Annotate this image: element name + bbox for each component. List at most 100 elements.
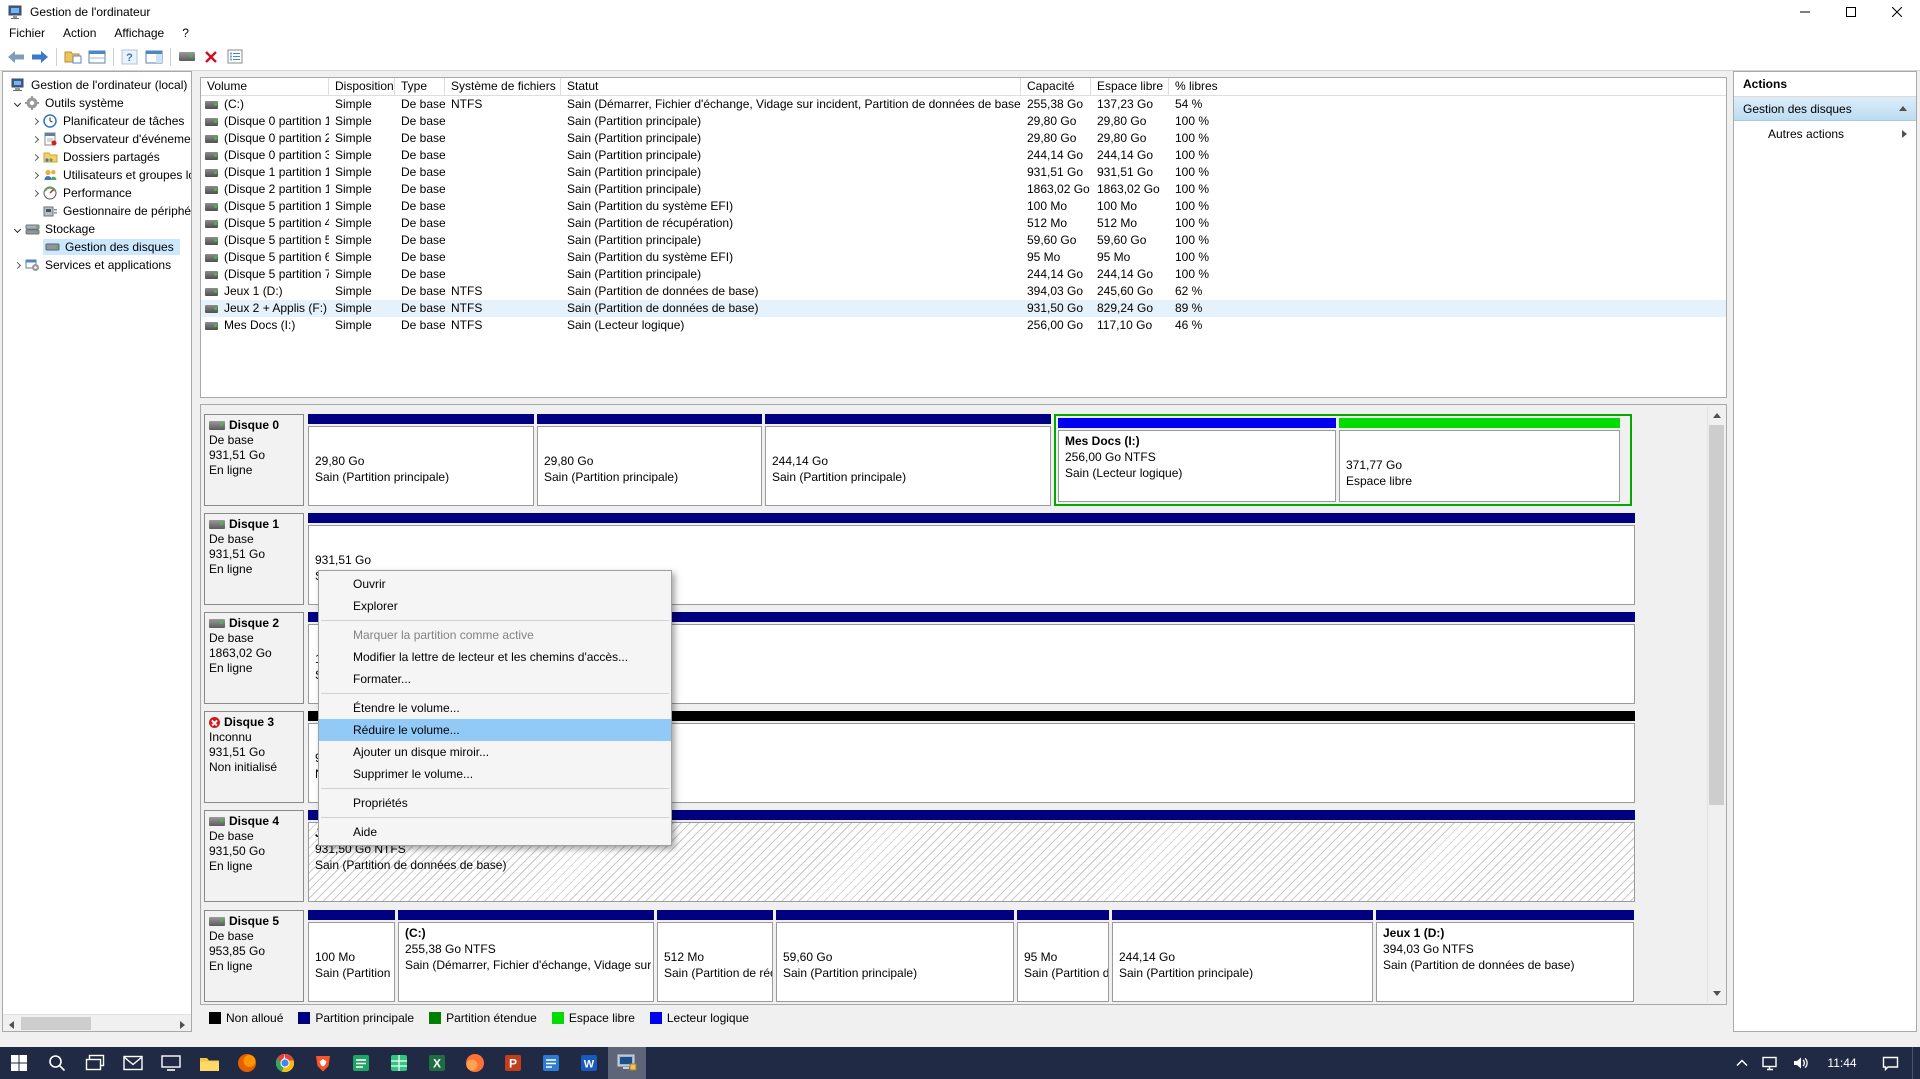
- volume-row[interactable]: (C:) Simple De base NTFS Sain (Démarrer,…: [201, 96, 1726, 113]
- volume-row[interactable]: (Disque 0 partition 3) Simple De base Sa…: [201, 147, 1726, 164]
- column-header-disposition[interactable]: Disposition: [329, 78, 395, 95]
- partition-block[interactable]: 29,80 GoSain (Partition principale): [537, 414, 762, 506]
- show-desktop-button[interactable]: [1912, 1047, 1920, 1079]
- scroll-down-icon[interactable]: [1708, 985, 1725, 1002]
- menu-action[interactable]: Action: [54, 23, 105, 43]
- menu-item-ajouter-miroir[interactable]: Ajouter un disque miroir...: [319, 741, 671, 763]
- scroll-left-icon[interactable]: [3, 1016, 20, 1032]
- menu-item-formater[interactable]: Formater...: [319, 668, 671, 690]
- menu-item-explorer[interactable]: Explorer: [319, 595, 671, 617]
- tv-app-icon[interactable]: [152, 1047, 190, 1079]
- partition-block-jeux1[interactable]: Jeux 1 (D:)394,03 Go NTFSSain (Partition…: [1376, 910, 1634, 1002]
- volume-row[interactable]: Jeux 2 + Applis (F:) Simple De base NTFS…: [201, 300, 1726, 317]
- window-icon[interactable]: [85, 46, 109, 68]
- column-header-type[interactable]: Type: [395, 78, 445, 95]
- volume-row[interactable]: Jeux 1 (D:) Simple De base NTFS Sain (Pa…: [201, 283, 1726, 300]
- excel-icon[interactable]: X: [418, 1047, 456, 1079]
- chevron-right-icon[interactable]: [29, 119, 41, 124]
- disk-management-taskbar-icon[interactable]: [608, 1047, 646, 1079]
- chevron-right-icon[interactable]: [11, 263, 23, 268]
- actions-item-autres-actions[interactable]: Autres actions: [1734, 121, 1916, 147]
- mail-app-icon[interactable]: [114, 1047, 152, 1079]
- volume-icon[interactable]: [1786, 1047, 1816, 1079]
- tree-horizontal-scrollbar[interactable]: [3, 1014, 191, 1031]
- clock[interactable]: 11:44: [1816, 1047, 1868, 1079]
- chevron-right-icon[interactable]: [29, 191, 41, 196]
- partition-block-c-drive[interactable]: (C:)255,38 Go NTFSSain (Démarrer, Fichie…: [398, 910, 654, 1002]
- partition-block[interactable]: 95 MoSain (Partition du système EFI): [1017, 910, 1109, 1002]
- menu-item-supprimer-volume[interactable]: Supprimer le volume...: [319, 763, 671, 785]
- scroll-up-icon[interactable]: [1708, 407, 1725, 424]
- partition-block[interactable]: 512 MoSain (Partition de récupération): [657, 910, 773, 1002]
- disk-label[interactable]: Disque 2 De base1863,02 GoEn ligne: [204, 612, 304, 704]
- disk-label[interactable]: Disque 1 De base931,51 GoEn ligne: [204, 513, 304, 605]
- maximize-button[interactable]: [1828, 0, 1874, 23]
- scroll-right-icon[interactable]: [174, 1016, 191, 1032]
- partition-block[interactable]: 29,80 GoSain (Partition principale): [308, 414, 534, 506]
- volume-row[interactable]: (Disque 5 partition 7) Simple De base Sa…: [201, 266, 1726, 283]
- tree-item-performance[interactable]: Performance: [3, 184, 191, 202]
- volume-row[interactable]: (Disque 0 partition 1) Simple De base Sa…: [201, 113, 1726, 130]
- disk-pane-vertical-scrollbar[interactable]: [1707, 407, 1724, 1002]
- properties-icon[interactable]: [223, 46, 247, 68]
- disk-label[interactable]: Disque 5 De base953,85 GoEn ligne: [204, 910, 304, 1002]
- menu-affichage[interactable]: Affichage: [105, 23, 173, 43]
- firefox-icon[interactable]: [228, 1047, 266, 1079]
- drive-tool-icon[interactable]: [175, 46, 199, 68]
- menu-fichier[interactable]: Fichier: [0, 23, 54, 43]
- forward-icon[interactable]: [28, 46, 52, 68]
- powerpoint-icon[interactable]: P: [494, 1047, 532, 1079]
- console-tree-toggle-icon[interactable]: [61, 46, 85, 68]
- brave-icon[interactable]: [304, 1047, 342, 1079]
- start-button[interactable]: [0, 1047, 38, 1079]
- spreadsheet-app-icon[interactable]: [380, 1047, 418, 1079]
- volume-row[interactable]: (Disque 5 partition 1) Simple De base Sa…: [201, 198, 1726, 215]
- tree-item-root[interactable]: Gestion de l'ordinateur (local): [3, 76, 191, 94]
- disk-label[interactable]: Disque 0 De base931,51 GoEn ligne: [204, 414, 304, 506]
- action-pane-toggle-icon[interactable]: [142, 46, 166, 68]
- volume-row[interactable]: (Disque 5 partition 5) Simple De base Sa…: [201, 232, 1726, 249]
- partition-block-free-space[interactable]: 371,77 GoEspace libre: [1339, 418, 1620, 502]
- volume-row[interactable]: (Disque 5 partition 4) Simple De base Sa…: [201, 215, 1726, 232]
- chevron-right-icon[interactable]: [29, 137, 41, 142]
- tree-item-observateur[interactable]: Observateur d'événements: [3, 130, 191, 148]
- word-icon[interactable]: W: [570, 1047, 608, 1079]
- column-header-capacite[interactable]: Capacité: [1021, 78, 1091, 95]
- tree-item-gestion-des-disques[interactable]: Gestion des disques: [3, 238, 191, 256]
- volume-row[interactable]: Mes Docs (I:) Simple De base NTFS Sain (…: [201, 317, 1726, 334]
- tree-item-gestionnaire-peripheriques[interactable]: Gestionnaire de périphériques: [3, 202, 191, 220]
- chevron-down-icon[interactable]: [11, 101, 23, 106]
- file-explorer-icon[interactable]: [190, 1047, 228, 1079]
- chevron-right-icon[interactable]: [29, 173, 41, 178]
- menu-item-aide[interactable]: Aide: [319, 821, 671, 843]
- column-header-volume[interactable]: Volume: [201, 78, 329, 95]
- column-header-pct-libres[interactable]: % libres: [1169, 78, 1726, 95]
- menu-item-ouvrir[interactable]: Ouvrir: [319, 573, 671, 595]
- chevron-up-icon[interactable]: [1728, 1047, 1756, 1079]
- back-icon[interactable]: [4, 46, 28, 68]
- tree-item-outils-systeme[interactable]: Outils système: [3, 94, 191, 112]
- scrollbar-thumb[interactable]: [1709, 425, 1724, 805]
- menu-item-modifier-lettre[interactable]: Modifier la lettre de lecteur et les che…: [319, 646, 671, 668]
- scrollbar-thumb[interactable]: [21, 1017, 91, 1030]
- disk-label[interactable]: Disque 3 Inconnu931,51 GoNon initialisé: [204, 711, 304, 803]
- tree-item-stockage[interactable]: Stockage: [3, 220, 191, 238]
- search-icon[interactable]: [38, 1047, 76, 1079]
- partition-block[interactable]: 100 MoSain (Partition du système EFI): [308, 910, 395, 1002]
- chevron-down-icon[interactable]: [11, 227, 23, 232]
- delete-volume-icon[interactable]: [199, 46, 223, 68]
- chrome-icon[interactable]: [266, 1047, 304, 1079]
- partition-block[interactable]: 59,60 GoSain (Partition principale): [776, 910, 1014, 1002]
- tree-item-utilisateurs[interactable]: Utilisateurs et groupes locaux: [3, 166, 191, 184]
- tree-item-planificateur[interactable]: Planificateur de tâches: [3, 112, 191, 130]
- browser-orange-icon[interactable]: [456, 1047, 494, 1079]
- network-icon[interactable]: [1756, 1047, 1786, 1079]
- action-center-icon[interactable]: [1868, 1047, 1912, 1079]
- menu-item-etendre-volume[interactable]: Étendre le volume...: [319, 697, 671, 719]
- actions-group-gestion-des-disques[interactable]: Gestion des disques: [1734, 97, 1916, 121]
- notes-app-icon[interactable]: [342, 1047, 380, 1079]
- chevron-right-icon[interactable]: [29, 155, 41, 160]
- volume-row[interactable]: (Disque 1 partition 1) Simple De base Sa…: [201, 164, 1726, 181]
- partition-block[interactable]: 244,14 GoSain (Partition principale): [765, 414, 1051, 506]
- minimize-button[interactable]: [1782, 0, 1828, 23]
